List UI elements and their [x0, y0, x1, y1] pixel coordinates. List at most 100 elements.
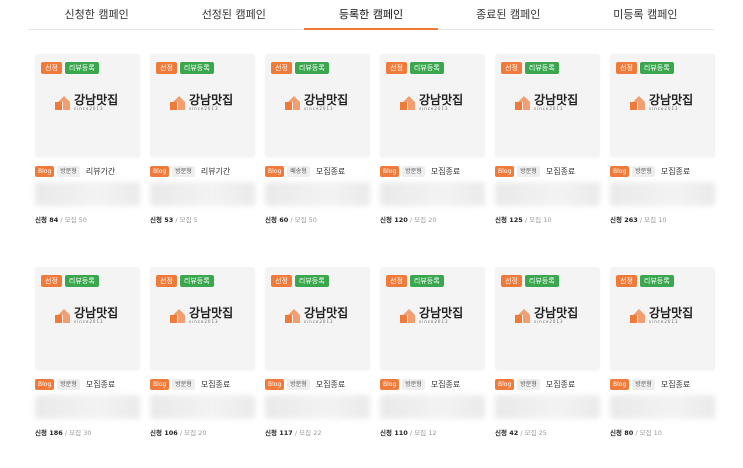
logo-since: since2013	[304, 319, 334, 324]
campaign-meta: Blog 방문형 모집종료	[265, 378, 370, 390]
blurred-title	[150, 395, 255, 419]
applicant-count: 신청 186 / 모집 30	[35, 429, 92, 437]
campaign-status: 리뷰기간	[200, 166, 231, 176]
campaign-thumbnail[interactable]: 선정 리뷰등록 강남맛집 since2013	[35, 267, 140, 370]
tab-unregistered[interactable]: 미등록 캠페인	[577, 0, 714, 29]
blurred-title	[380, 395, 485, 419]
blog-tag: Blog	[380, 378, 400, 390]
review-registered-badge: 리뷰등록	[179, 275, 214, 287]
campaign-card[interactable]: 선정 리뷰등록 강남맛집 since2013 Blog 방문형 모집종료 신청 …	[150, 267, 255, 437]
campaign-card[interactable]: 선정 리뷰등록 강남맛집 since2013 Blog 방문형 모집종료 신청 …	[35, 267, 140, 437]
status-badges: 선정 리뷰등록	[386, 62, 444, 74]
blurred-title	[265, 182, 370, 206]
brand-logo: 강남맛집 since2013	[515, 94, 578, 111]
review-registered-badge: 리뷰등록	[639, 62, 674, 74]
campaign-meta: Blog 배송형 모집종료	[265, 165, 370, 177]
selected-badge: 선정	[616, 275, 637, 287]
campaign-card[interactable]: 선정 리뷰등록 강남맛집 since2013 Blog 방문형 모집종료 신청 …	[610, 267, 715, 437]
campaign-thumbnail[interactable]: 선정 리뷰등록 강남맛집 since2013	[495, 54, 600, 157]
blog-tag: Blog	[35, 378, 55, 390]
campaign-row: 선정 리뷰등록 강남맛집 since2013 Blog 방문형 모집종료 신청 …	[35, 267, 715, 437]
campaign-status: 모집종료	[660, 166, 691, 176]
blurred-title	[610, 182, 715, 206]
blurred-title	[35, 395, 140, 419]
logo-name: 강남맛집	[304, 306, 349, 320]
logo-mark-icon	[285, 308, 301, 323]
campaign-card[interactable]: 선정 리뷰등록 강남맛집 since2013 Blog 방문형 리뷰기간 신청 …	[150, 54, 255, 224]
blog-tag: Blog	[150, 378, 170, 390]
campaign-thumbnail[interactable]: 선정 리뷰등록 강남맛집 since2013	[150, 267, 255, 370]
campaign-status: 모집종료	[545, 166, 576, 176]
tab-ended[interactable]: 종료된 캠페인	[440, 0, 577, 29]
campaign-card[interactable]: 선정 리뷰등록 강남맛집 since2013 Blog 방문형 리뷰기간 신청 …	[35, 54, 140, 224]
logo-since: since2013	[534, 319, 564, 324]
blog-tag: Blog	[150, 165, 170, 177]
logo-since: since2013	[74, 106, 104, 111]
logo-since: since2013	[304, 106, 334, 111]
selected-badge: 선정	[501, 62, 522, 74]
campaign-thumbnail[interactable]: 선정 리뷰등록 강남맛집 since2013	[265, 267, 370, 370]
campaign-status: 모집종료	[660, 379, 691, 389]
logo-mark-icon	[170, 308, 186, 323]
status-badges: 선정 리뷰등록	[501, 62, 559, 74]
campaign-card[interactable]: 선정 리뷰등록 강남맛집 since2013 Blog 배송형 모집종료 신청 …	[265, 54, 370, 224]
campaign-thumbnail[interactable]: 선정 리뷰등록 강남맛집 since2013	[610, 54, 715, 157]
campaign-thumbnail[interactable]: 선정 리뷰등록 강남맛집 since2013	[150, 54, 255, 157]
campaign-type-tag: 방문형	[632, 378, 655, 390]
tab-registered[interactable]: 등록한 캠페인	[302, 0, 439, 30]
blurred-title	[610, 395, 715, 419]
selected-badge: 선정	[41, 62, 62, 74]
brand-logo: 강남맛집 since2013	[285, 307, 348, 324]
campaign-meta: Blog 방문형 리뷰기간	[150, 165, 255, 177]
campaign-card[interactable]: 선정 리뷰등록 강남맛집 since2013 Blog 방문형 모집종료 신청 …	[380, 54, 485, 224]
review-registered-badge: 리뷰등록	[179, 62, 214, 74]
blog-tag: Blog	[380, 165, 400, 177]
logo-since: since2013	[649, 106, 679, 111]
logo-name: 강남맛집	[419, 93, 464, 107]
campaign-card[interactable]: 선정 리뷰등록 강남맛집 since2013 Blog 방문형 모집종료 신청 …	[495, 54, 600, 224]
applicant-count: 신청 120 / 모집 20	[380, 216, 437, 224]
status-badges: 선정 리뷰등록	[41, 275, 99, 287]
campaign-status: 모집종료	[315, 166, 346, 176]
tab-selected[interactable]: 선정된 캠페인	[165, 0, 302, 29]
campaign-thumbnail[interactable]: 선정 리뷰등록 강남맛집 since2013	[380, 267, 485, 370]
campaign-card[interactable]: 선정 리뷰등록 강남맛집 since2013 Blog 방문형 모집종료 신청 …	[610, 54, 715, 224]
campaign-card[interactable]: 선정 리뷰등록 강남맛집 since2013 Blog 방문형 모집종료 신청 …	[265, 267, 370, 437]
campaign-type-tag: 방문형	[632, 165, 655, 177]
logo-since: since2013	[189, 106, 219, 111]
logo-name: 강남맛집	[649, 93, 694, 107]
logo-since: since2013	[419, 106, 449, 111]
brand-logo: 강남맛집 since2013	[55, 94, 118, 111]
brand-logo: 강남맛집 since2013	[170, 307, 233, 324]
logo-name: 강남맛집	[649, 306, 694, 320]
tab-applied[interactable]: 신청한 캠페인	[28, 0, 165, 29]
campaign-thumbnail[interactable]: 선정 리뷰등록 강남맛집 since2013	[265, 54, 370, 157]
logo-name: 강남맛집	[534, 306, 579, 320]
campaign-type-tag: 배송형	[287, 165, 310, 177]
logo-mark-icon	[55, 308, 71, 323]
campaign-row: 선정 리뷰등록 강남맛집 since2013 Blog 방문형 리뷰기간 신청 …	[35, 54, 715, 224]
review-registered-badge: 리뷰등록	[294, 62, 329, 74]
campaign-card[interactable]: 선정 리뷰등록 강남맛집 since2013 Blog 방문형 모집종료 신청 …	[380, 267, 485, 437]
selected-badge: 선정	[616, 62, 637, 74]
blog-tag: Blog	[495, 165, 515, 177]
applicant-count: 신청 117 / 모집 22	[265, 429, 322, 437]
logo-mark-icon	[400, 95, 416, 110]
logo-mark-icon	[515, 95, 531, 110]
status-badges: 선정 리뷰등록	[156, 275, 214, 287]
blog-tag: Blog	[265, 378, 285, 390]
status-badges: 선정 리뷰등록	[156, 62, 214, 74]
campaign-thumbnail[interactable]: 선정 리뷰등록 강남맛집 since2013	[495, 267, 600, 370]
campaign-meta: Blog 방문형 모집종료	[495, 378, 600, 390]
campaign-thumbnail[interactable]: 선정 리뷰등록 강남맛집 since2013	[35, 54, 140, 157]
blurred-title	[265, 395, 370, 419]
selected-badge: 선정	[156, 62, 177, 74]
campaign-thumbnail[interactable]: 선정 리뷰등록 강남맛집 since2013	[610, 267, 715, 370]
campaign-meta: Blog 방문형 모집종료	[610, 165, 715, 177]
brand-logo: 강남맛집 since2013	[400, 94, 463, 111]
campaign-meta: Blog 방문형 리뷰기간	[35, 165, 140, 177]
selected-badge: 선정	[386, 62, 407, 74]
campaign-type-tag: 방문형	[517, 165, 540, 177]
campaign-card[interactable]: 선정 리뷰등록 강남맛집 since2013 Blog 방문형 모집종료 신청 …	[495, 267, 600, 437]
campaign-thumbnail[interactable]: 선정 리뷰등록 강남맛집 since2013	[380, 54, 485, 157]
